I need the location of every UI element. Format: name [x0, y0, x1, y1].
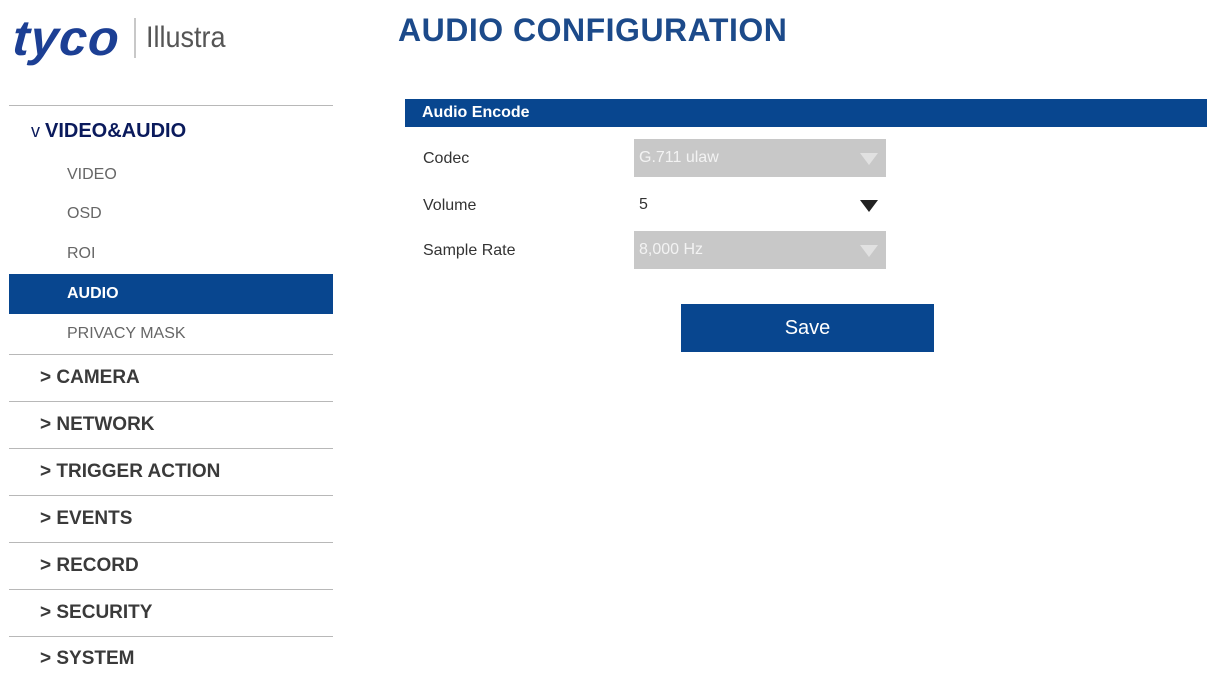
sidebar-section-label: > NETWORK — [40, 414, 155, 435]
volume-select[interactable]: 5 — [634, 186, 886, 224]
sidebar-item-audio[interactable]: AUDIO — [9, 274, 333, 314]
sidebar-item-label: PRIVACY MASK — [67, 325, 186, 342]
triangle-down-icon — [860, 200, 878, 212]
sidebar-item-label: ROI — [67, 245, 96, 262]
page: tyco Illustra AUDIO CONFIGURATION v VIDE… — [0, 0, 1207, 689]
volume-value: 5 — [639, 196, 648, 213]
sidebar-section-camera[interactable]: > CAMERA — [9, 354, 333, 401]
sidebar-section-label: VIDEO&AUDIO — [45, 119, 187, 142]
panel-header-label: Audio Encode — [422, 104, 530, 121]
sidebar-section-record[interactable]: > RECORD — [9, 542, 333, 589]
triangle-down-icon — [860, 245, 878, 257]
sample-rate-label: Sample Rate — [423, 242, 516, 259]
logo: tyco Illustra — [11, 10, 234, 66]
sidebar-section-network[interactable]: > NETWORK — [9, 401, 333, 448]
sidebar-item-label: VIDEO — [67, 166, 117, 183]
codec-value: G.711 ulaw — [639, 149, 719, 166]
sidebar-item-osd[interactable]: OSD — [9, 194, 333, 234]
logo-tyco: tyco — [11, 10, 122, 66]
sidebar-section-label: > CAMERA — [40, 367, 140, 388]
sidebar-nav: v VIDEO&AUDIO VIDEO OSD ROI AUDIO PRIVAC… — [9, 105, 333, 681]
sidebar-item-privacy-mask[interactable]: PRIVACY MASK — [9, 314, 333, 354]
sidebar-item-video[interactable]: VIDEO — [9, 156, 333, 194]
chevron-down-icon: v — [31, 120, 40, 141]
sample-rate-select[interactable]: 8,000 Hz — [634, 231, 886, 269]
codec-label: Codec — [423, 150, 470, 167]
sidebar-section-label: > TRIGGER ACTION — [40, 461, 221, 482]
save-button[interactable]: Save — [681, 304, 934, 352]
sidebar-section-trigger-action[interactable]: > TRIGGER ACTION — [9, 448, 333, 495]
sidebar-section-label: > SECURITY — [40, 602, 153, 623]
logo-divider — [133, 18, 136, 58]
volume-label: Volume — [423, 197, 477, 214]
sidebar-section-video-audio[interactable]: v VIDEO&AUDIO — [9, 106, 333, 156]
page-title: AUDIO CONFIGURATION — [398, 12, 788, 48]
sidebar-section-label: > EVENTS — [40, 508, 133, 529]
sidebar-section-security[interactable]: > SECURITY — [9, 589, 333, 636]
sidebar-item-label: AUDIO — [67, 285, 119, 302]
sidebar-section-system[interactable]: > SYSTEM — [9, 636, 333, 681]
sample-rate-value: 8,000 Hz — [639, 241, 704, 258]
sidebar-section-label: > RECORD — [40, 555, 139, 576]
logo-illustra: Illustra — [145, 21, 226, 54]
triangle-down-icon — [860, 153, 878, 165]
panel-header-audio-encode: Audio Encode — [405, 99, 1207, 127]
codec-select[interactable]: G.711 ulaw — [634, 139, 886, 177]
sidebar-item-roi[interactable]: ROI — [9, 234, 333, 274]
sidebar-section-events[interactable]: > EVENTS — [9, 495, 333, 542]
sidebar-item-label: OSD — [67, 205, 102, 222]
sidebar-section-label: > SYSTEM — [40, 648, 135, 669]
